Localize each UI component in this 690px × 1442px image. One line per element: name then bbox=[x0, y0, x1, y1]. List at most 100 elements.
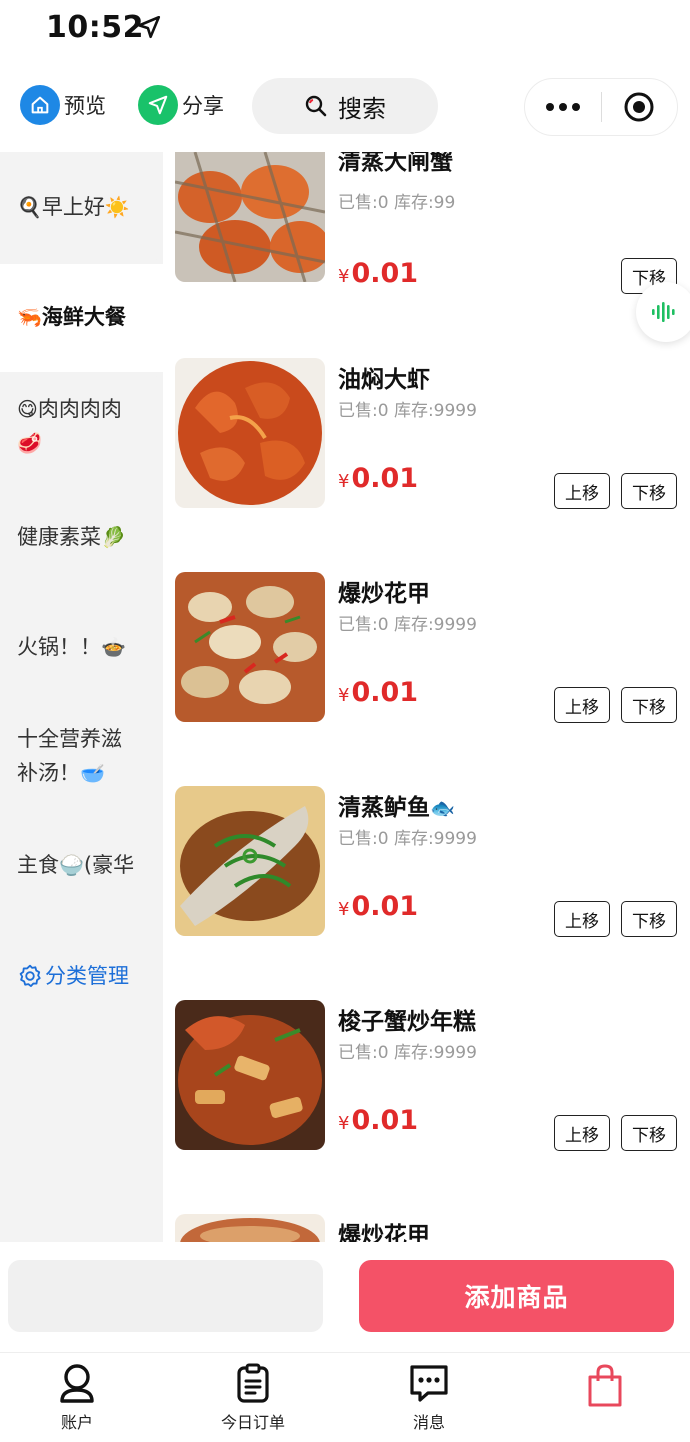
shrimp-icon: 🦐 bbox=[17, 305, 42, 329]
search-label: 搜索 bbox=[338, 94, 386, 123]
search-button[interactable]: 搜索 bbox=[252, 78, 438, 134]
sidebar-item-meat[interactable]: 😋肉肉肉肉 🥩 bbox=[0, 372, 163, 482]
product-price: ¥0.01 bbox=[338, 463, 418, 494]
move-down-button[interactable]: 下移 bbox=[621, 901, 677, 937]
product-name: 清蒸大闸蟹 bbox=[338, 152, 453, 175]
sidebar-item-label-tail: (豪华 bbox=[83, 853, 135, 877]
currency-symbol: ¥ bbox=[338, 899, 350, 920]
tab-account[interactable]: 账户 bbox=[22, 1363, 132, 1433]
currency-symbol: ¥ bbox=[338, 1113, 350, 1134]
miniprogram-capsule bbox=[524, 78, 678, 136]
move-up-button[interactable]: 上移 bbox=[554, 687, 610, 723]
status-time: 10:52 bbox=[46, 10, 144, 45]
product-price: ¥0.01 bbox=[338, 258, 418, 289]
tab-account-label: 账户 bbox=[60, 1413, 93, 1432]
close-target-icon[interactable] bbox=[602, 91, 678, 123]
sidebar-item-seafood[interactable]: 🦐海鲜大餐 bbox=[0, 264, 163, 372]
sidebar-item-label: 早上好 bbox=[41, 195, 105, 219]
move-up-button[interactable]: 上移 bbox=[554, 473, 610, 509]
product-name: 油焖大虾 bbox=[338, 367, 430, 393]
category-manage-link[interactable]: 分类管理 bbox=[0, 956, 163, 996]
sidebar-item-label: 火锅！！ bbox=[17, 635, 101, 659]
share-button[interactable]: 分享 bbox=[138, 82, 224, 128]
tab-messages-label: 消息 bbox=[412, 1413, 445, 1432]
sidebar-item-label: 主食 bbox=[17, 853, 59, 877]
product-name: 梭子蟹炒年糕 bbox=[338, 1009, 476, 1035]
more-icon[interactable] bbox=[525, 103, 601, 111]
voice-wave-icon bbox=[652, 302, 675, 322]
add-product-button[interactable]: 添加商品 bbox=[359, 1260, 674, 1332]
sidebar-item-morning[interactable]: 🍳早上好☀️ bbox=[0, 152, 163, 264]
product-price: ¥0.01 bbox=[338, 677, 418, 708]
price-value: 0.01 bbox=[351, 258, 419, 289]
tab-shop[interactable] bbox=[550, 1363, 660, 1413]
product-stats: 已售:0 库存:9999 bbox=[338, 401, 477, 421]
currency-symbol: ¥ bbox=[338, 266, 350, 287]
shopping-bag-icon bbox=[588, 1364, 622, 1407]
move-down-button[interactable]: 下移 bbox=[621, 473, 677, 509]
fish-icon: 🐟 bbox=[430, 796, 455, 820]
magnifier-emoji-icon: 🍳 bbox=[17, 195, 42, 219]
send-icon bbox=[138, 85, 178, 125]
move-up-button[interactable]: 上移 bbox=[554, 901, 610, 937]
product-name: 爆炒花甲 bbox=[338, 581, 430, 607]
status-bar: 10:52 bbox=[0, 0, 690, 60]
sidebar-item-hotpot[interactable]: 火锅！！🍲 bbox=[0, 630, 163, 670]
smile-icon: 😋 bbox=[17, 397, 38, 421]
move-down-button[interactable]: 下移 bbox=[621, 687, 677, 723]
product-name: 清蒸鲈鱼🐟 bbox=[338, 788, 455, 822]
sun-icon: ☀️ bbox=[104, 195, 130, 219]
sidebar-item-soup[interactable]: 十全营养滋 补汤！🥣 bbox=[0, 722, 163, 796]
message-icon bbox=[410, 1365, 448, 1402]
home-icon bbox=[20, 85, 60, 125]
product-price: ¥0.01 bbox=[338, 1105, 418, 1136]
sidebar-item-vegetables[interactable]: 健康素菜🥬 bbox=[0, 520, 163, 560]
tab-today-orders-label: 今日订单 bbox=[220, 1413, 285, 1432]
currency-symbol: ¥ bbox=[338, 685, 350, 706]
location-arrow-icon bbox=[137, 15, 161, 39]
sidebar-item-label: 肉肉肉肉 bbox=[37, 397, 122, 421]
hotpot-icon: 🍲 bbox=[101, 635, 126, 659]
product-image-crab-ricecake bbox=[175, 1000, 325, 1150]
preview-button[interactable]: 预览 bbox=[20, 82, 106, 128]
tab-messages[interactable]: 消息 bbox=[374, 1363, 484, 1433]
top-action-bar: 预览 分享 搜索 bbox=[0, 74, 690, 138]
price-value: 0.01 bbox=[351, 463, 419, 494]
steak-icon: 🥩 bbox=[17, 431, 42, 455]
product-price: ¥0.01 bbox=[338, 891, 418, 922]
product-card: 油焖大虾 已售:0 库存:9999 ¥0.01 上移 下移 bbox=[163, 358, 690, 528]
move-up-button[interactable]: 上移 bbox=[554, 1115, 610, 1151]
preview-label: 预览 bbox=[64, 94, 106, 118]
secondary-action-area[interactable] bbox=[8, 1260, 323, 1332]
clipboard-icon bbox=[237, 1363, 269, 1403]
product-image-clams-2 bbox=[175, 1214, 325, 1242]
product-stats: 已售:0 库存:9999 bbox=[338, 829, 477, 849]
product-card: 清蒸大闸蟹 已售:0 库存:99 ¥0.01 下移 bbox=[163, 152, 690, 310]
sidebar-item-label: 海鲜大餐 bbox=[41, 305, 126, 329]
tab-bar: 账户 今日订单 消息 bbox=[0, 1352, 690, 1442]
product-image-shrimp bbox=[175, 358, 325, 508]
product-name-text: 清蒸鲈鱼 bbox=[338, 795, 430, 821]
product-image-fish bbox=[175, 786, 325, 936]
person-icon bbox=[60, 1364, 94, 1403]
price-value: 0.01 bbox=[351, 891, 419, 922]
price-value: 0.01 bbox=[351, 1105, 419, 1136]
product-stats: 已售:0 库存:9999 bbox=[338, 615, 477, 635]
tab-today-orders[interactable]: 今日订单 bbox=[198, 1363, 308, 1433]
share-label: 分享 bbox=[182, 94, 224, 118]
rice-bowl-icon: 🍚 bbox=[59, 853, 84, 877]
voice-button[interactable] bbox=[636, 282, 690, 342]
search-icon bbox=[305, 95, 327, 117]
product-card: 梭子蟹炒年糕 已售:0 库存:9999 ¥0.01 上移 下移 bbox=[163, 1000, 690, 1170]
sidebar-item-staple[interactable]: 主食🍚(豪华 bbox=[0, 848, 163, 888]
price-value: 0.01 bbox=[351, 677, 419, 708]
category-manage-label: 分类管理 bbox=[45, 964, 129, 988]
product-name: 爆炒花甲 bbox=[338, 1223, 430, 1242]
gear-icon bbox=[19, 964, 41, 987]
product-stats: 已售:0 库存:99 bbox=[338, 193, 456, 213]
currency-symbol: ¥ bbox=[338, 471, 350, 492]
product-image-clams bbox=[175, 572, 325, 722]
move-down-button[interactable]: 下移 bbox=[621, 1115, 677, 1151]
product-image-crab bbox=[175, 152, 325, 282]
product-card: 清蒸鲈鱼🐟 已售:0 库存:9999 ¥0.01 上移 下移 bbox=[163, 786, 690, 956]
